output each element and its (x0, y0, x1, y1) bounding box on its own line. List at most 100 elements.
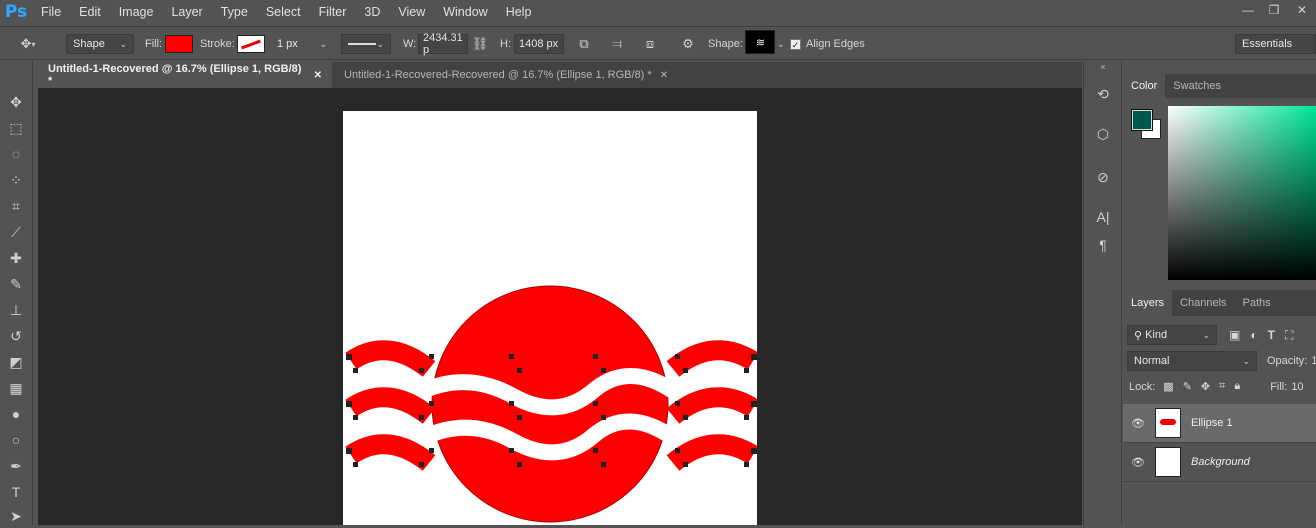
shape-filter-icon[interactable]: ⛶ (1285, 328, 1293, 343)
crop-tool-icon[interactable]: ⌗ (3, 194, 29, 218)
path-operations-icon[interactable]: ⧉ (575, 34, 593, 54)
tab-label: Untitled-1-Recovered-Recovered @ 16.7% (… (344, 69, 652, 81)
menu-view[interactable]: View (389, 0, 434, 24)
tab-swatches[interactable]: Swatches (1165, 74, 1229, 98)
lock-transparent-icon[interactable]: ▩ (1163, 380, 1173, 393)
menu-3d[interactable]: 3D (355, 0, 389, 24)
gradient-tool-icon[interactable]: ▦ (3, 376, 29, 400)
lock-artboard-icon[interactable]: ⌗ (1219, 380, 1225, 393)
clone-stamp-tool-icon[interactable]: ⊥ (3, 298, 29, 322)
menu-filter[interactable]: Filter (310, 0, 356, 24)
blend-mode-dropdown[interactable]: Normal ⌄ (1127, 351, 1257, 371)
lock-position-icon[interactable]: ✥ (1201, 380, 1210, 393)
align-edges-checkbox[interactable]: ✓ (790, 38, 801, 50)
close-icon[interactable]: ✕ (660, 70, 668, 81)
width-input[interactable]: 2434.31 p (418, 32, 468, 56)
align-edges-label: Align Edges (806, 38, 865, 50)
tab-channels[interactable]: Channels (1172, 290, 1234, 316)
character-icon[interactable]: A| (1091, 206, 1115, 228)
close-window-button[interactable]: ✕ (1290, 0, 1314, 20)
gear-icon[interactable]: ⚙ (679, 34, 697, 54)
menu-edit[interactable]: Edit (70, 0, 110, 24)
eyedropper-tool-icon[interactable]: ⟋ (3, 220, 29, 244)
menu-bar: Ps File Edit Image Layer Type Select Fil… (0, 0, 1316, 24)
quick-select-tool-icon[interactable]: ⁘ (3, 168, 29, 192)
wave-circle-artwork[interactable] (343, 111, 759, 525)
path-select-tool-icon[interactable]: ➤ (3, 504, 29, 528)
mode-dropdown[interactable]: Shape ⌄ (66, 34, 134, 54)
fill-label: Fill: (1270, 380, 1288, 393)
properties-icon[interactable]: ⊘ (1091, 166, 1115, 188)
menu-window[interactable]: Window (434, 0, 496, 24)
layer-filter-dropdown[interactable]: ⚲ Kind ⌄ (1127, 325, 1217, 345)
3d-icon[interactable]: ⬡ (1091, 123, 1115, 145)
move-tool-icon[interactable]: ✥ (3, 90, 29, 114)
collapse-icon[interactable]: « (1091, 61, 1115, 71)
restore-button[interactable]: ❐ (1262, 0, 1286, 20)
layer-row-ellipse[interactable]: 👁︎ Ellipse 1 (1123, 404, 1316, 443)
pen-tool-icon[interactable]: ✒ (3, 454, 29, 478)
menu-file[interactable]: File (32, 0, 70, 24)
width-label: W: (403, 38, 417, 50)
workspace-dropdown[interactable]: Essentials (1235, 34, 1316, 54)
eye-icon[interactable]: 👁︎ (1123, 456, 1153, 469)
link-icon[interactable]: ⛓ (472, 34, 489, 54)
right-waves[interactable] (666, 340, 759, 471)
paragraph-icon[interactable]: ¶ (1091, 234, 1115, 256)
stroke-type-dropdown[interactable]: ⌄ (341, 34, 391, 54)
menu-layer[interactable]: Layer (162, 0, 211, 24)
minimize-button[interactable]: — (1236, 0, 1260, 20)
fill-input[interactable]: 10 (1291, 381, 1303, 393)
menu-image[interactable]: Image (110, 0, 163, 24)
menu-help[interactable]: Help (497, 0, 541, 24)
stroke-width-field[interactable]: 1 px ⌄ (270, 34, 334, 54)
tab-paths[interactable]: Paths (1235, 290, 1279, 316)
filter-kind-value: Kind (1145, 329, 1168, 341)
eye-icon[interactable]: 👁︎ (1123, 417, 1153, 430)
adjustment-filter-icon[interactable]: ◐ (1250, 328, 1257, 342)
tab-document-1[interactable]: Untitled-1-Recovered @ 16.7% (Ellipse 1,… (38, 62, 332, 88)
healing-brush-tool-icon[interactable]: ✚ (3, 246, 29, 270)
panel-dock: « ⟲ ⬡ ⊘ A| ¶ (1083, 61, 1122, 525)
options-bar: ✥ ▾ Shape ⌄ Fill: Stroke: 1 px ⌄ ⌄ W: 2434… (0, 26, 1316, 60)
chevron-down-icon[interactable]: ⌄ (777, 34, 785, 54)
right-panels: Color Swatches Layers Channels Paths ⚲ Ki… (1123, 61, 1316, 525)
stroke-swatch[interactable] (237, 35, 265, 53)
blur-tool-icon[interactable]: ● (3, 402, 29, 426)
pixel-filter-icon[interactable]: ▣ (1229, 328, 1240, 342)
tool-preset-icon[interactable]: ✥ ▾ (14, 34, 42, 54)
path-arrangement-icon[interactable]: ⧈ (640, 34, 660, 54)
shape-picker[interactable]: ≋ (745, 30, 775, 54)
close-icon[interactable]: ✕ (314, 70, 322, 81)
menu-select[interactable]: Select (257, 0, 310, 24)
path-alignment-icon[interactable]: ⫤ (608, 34, 626, 54)
history-brush-tool-icon[interactable]: ↺ (3, 324, 29, 348)
canvas[interactable] (343, 111, 759, 525)
brush-tool-icon[interactable]: ✎ (3, 272, 29, 296)
lasso-tool-icon[interactable]: ◌ (3, 142, 29, 166)
lock-all-icon[interactable]: 🔒︎ (1234, 380, 1240, 393)
height-input[interactable]: 1408 px (514, 34, 564, 54)
ellipse-shape[interactable] (431, 285, 669, 523)
chevron-down-icon: ⌄ (319, 38, 327, 49)
foreground-color-swatch[interactable] (1131, 109, 1153, 131)
tab-color[interactable]: Color (1123, 74, 1166, 98)
document-workspace (38, 88, 1082, 525)
chevron-down-icon: ⌄ (119, 38, 127, 49)
type-filter-icon[interactable]: T (1268, 328, 1275, 342)
left-waves[interactable] (345, 340, 436, 471)
history-icon[interactable]: ⟲ (1091, 83, 1115, 105)
opacity-input[interactable]: 10 (1311, 355, 1316, 367)
color-spectrum[interactable] (1168, 106, 1316, 280)
eraser-tool-icon[interactable]: ◩ (3, 350, 29, 374)
type-tool-icon[interactable]: T (3, 480, 29, 504)
layer-row-background[interactable]: 👁︎ Background (1123, 443, 1316, 482)
menu-type[interactable]: Type (212, 0, 257, 24)
marquee-tool-icon[interactable]: ⬚ (3, 116, 29, 140)
tab-layers[interactable]: Layers (1123, 290, 1173, 316)
dodge-tool-icon[interactable]: ○ (3, 428, 29, 452)
blend-mode-value: Normal (1134, 355, 1170, 367)
lock-pixels-icon[interactable]: ✎ (1183, 380, 1192, 393)
tab-document-2[interactable]: Untitled-1-Recovered-Recovered @ 16.7% (… (334, 62, 680, 88)
fill-swatch[interactable] (165, 35, 193, 53)
